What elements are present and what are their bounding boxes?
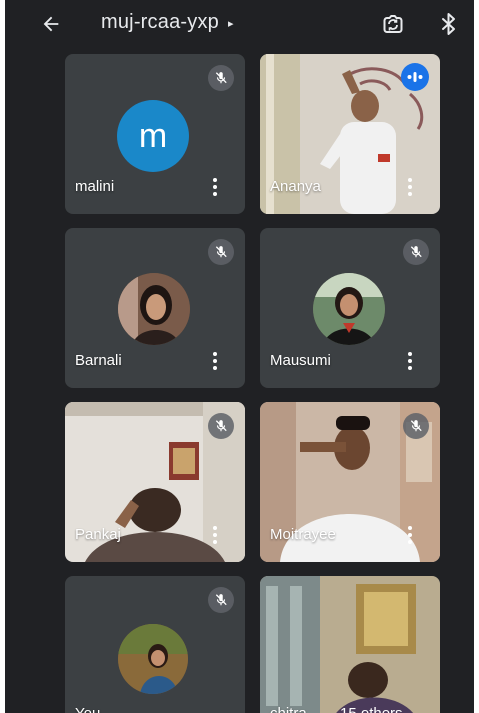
meeting-title-button[interactable]: muj-rcaa-yxp ▸: [101, 11, 234, 34]
bluetooth-icon: [442, 13, 455, 35]
mic-off-badge: [403, 239, 429, 265]
participant-tile[interactable]: Ananya: [260, 54, 440, 214]
mic-off-badge: [403, 413, 429, 439]
more-options-button[interactable]: [207, 176, 223, 198]
mic-off-icon: [410, 420, 422, 432]
meeting-code: muj-rcaa-yxp: [101, 11, 219, 33]
more-options-button[interactable]: [402, 524, 418, 546]
mic-off-icon: [215, 420, 227, 432]
more-options-button[interactable]: [402, 350, 418, 372]
avatar: m: [117, 100, 189, 172]
arrow-left-icon: [43, 16, 59, 32]
participant-name: Mausumi: [270, 352, 331, 369]
participant-name: malini: [75, 178, 115, 195]
meet-screen: muj-rcaa-yxp ▸ m malini Ananya Barnali M…: [5, 0, 474, 713]
participant-tile[interactable]: Barnali: [65, 228, 245, 388]
participant-tile-self[interactable]: You: [65, 576, 245, 713]
avatar: [118, 273, 190, 345]
caret-right-icon: ▸: [227, 18, 234, 30]
bluetooth-button[interactable]: [431, 6, 467, 42]
participant-name: Ananya: [270, 178, 321, 195]
back-button[interactable]: [33, 6, 69, 42]
video-feed: [260, 576, 440, 713]
mic-off-icon: [410, 246, 422, 258]
participant-name: You: [75, 705, 100, 713]
audio-level-icon: [407, 72, 423, 82]
more-options-button[interactable]: [207, 350, 223, 372]
speaking-indicator: [401, 63, 429, 91]
others-count: 15 others: [340, 705, 403, 713]
mic-off-badge: [208, 587, 234, 613]
switch-camera-button[interactable]: [375, 6, 411, 42]
participant-name: Barnali: [75, 352, 122, 369]
participant-tile[interactable]: Mausumi: [260, 228, 440, 388]
mic-off-icon: [215, 72, 227, 84]
participant-tile[interactable]: m malini: [65, 54, 245, 214]
avatar: [118, 624, 188, 694]
more-options-button[interactable]: [207, 524, 223, 546]
avatar: [313, 273, 385, 345]
participant-name: Pankaj: [75, 526, 121, 543]
mic-off-icon: [215, 246, 227, 258]
switch-camera-icon: [383, 15, 403, 33]
participant-tile[interactable]: Pankaj: [65, 402, 245, 562]
mic-off-badge: [208, 413, 234, 439]
more-options-button[interactable]: [402, 176, 418, 198]
participant-name: chitra: [270, 705, 307, 713]
top-bar: muj-rcaa-yxp ▸: [5, 0, 474, 48]
mic-off-badge: [208, 239, 234, 265]
mic-off-icon: [215, 594, 227, 606]
participant-tile[interactable]: Moitrayee: [260, 402, 440, 562]
mic-off-badge: [208, 65, 234, 91]
participant-name: Moitrayee: [270, 526, 336, 543]
participant-tile-overflow[interactable]: chitra 15 others: [260, 576, 440, 713]
